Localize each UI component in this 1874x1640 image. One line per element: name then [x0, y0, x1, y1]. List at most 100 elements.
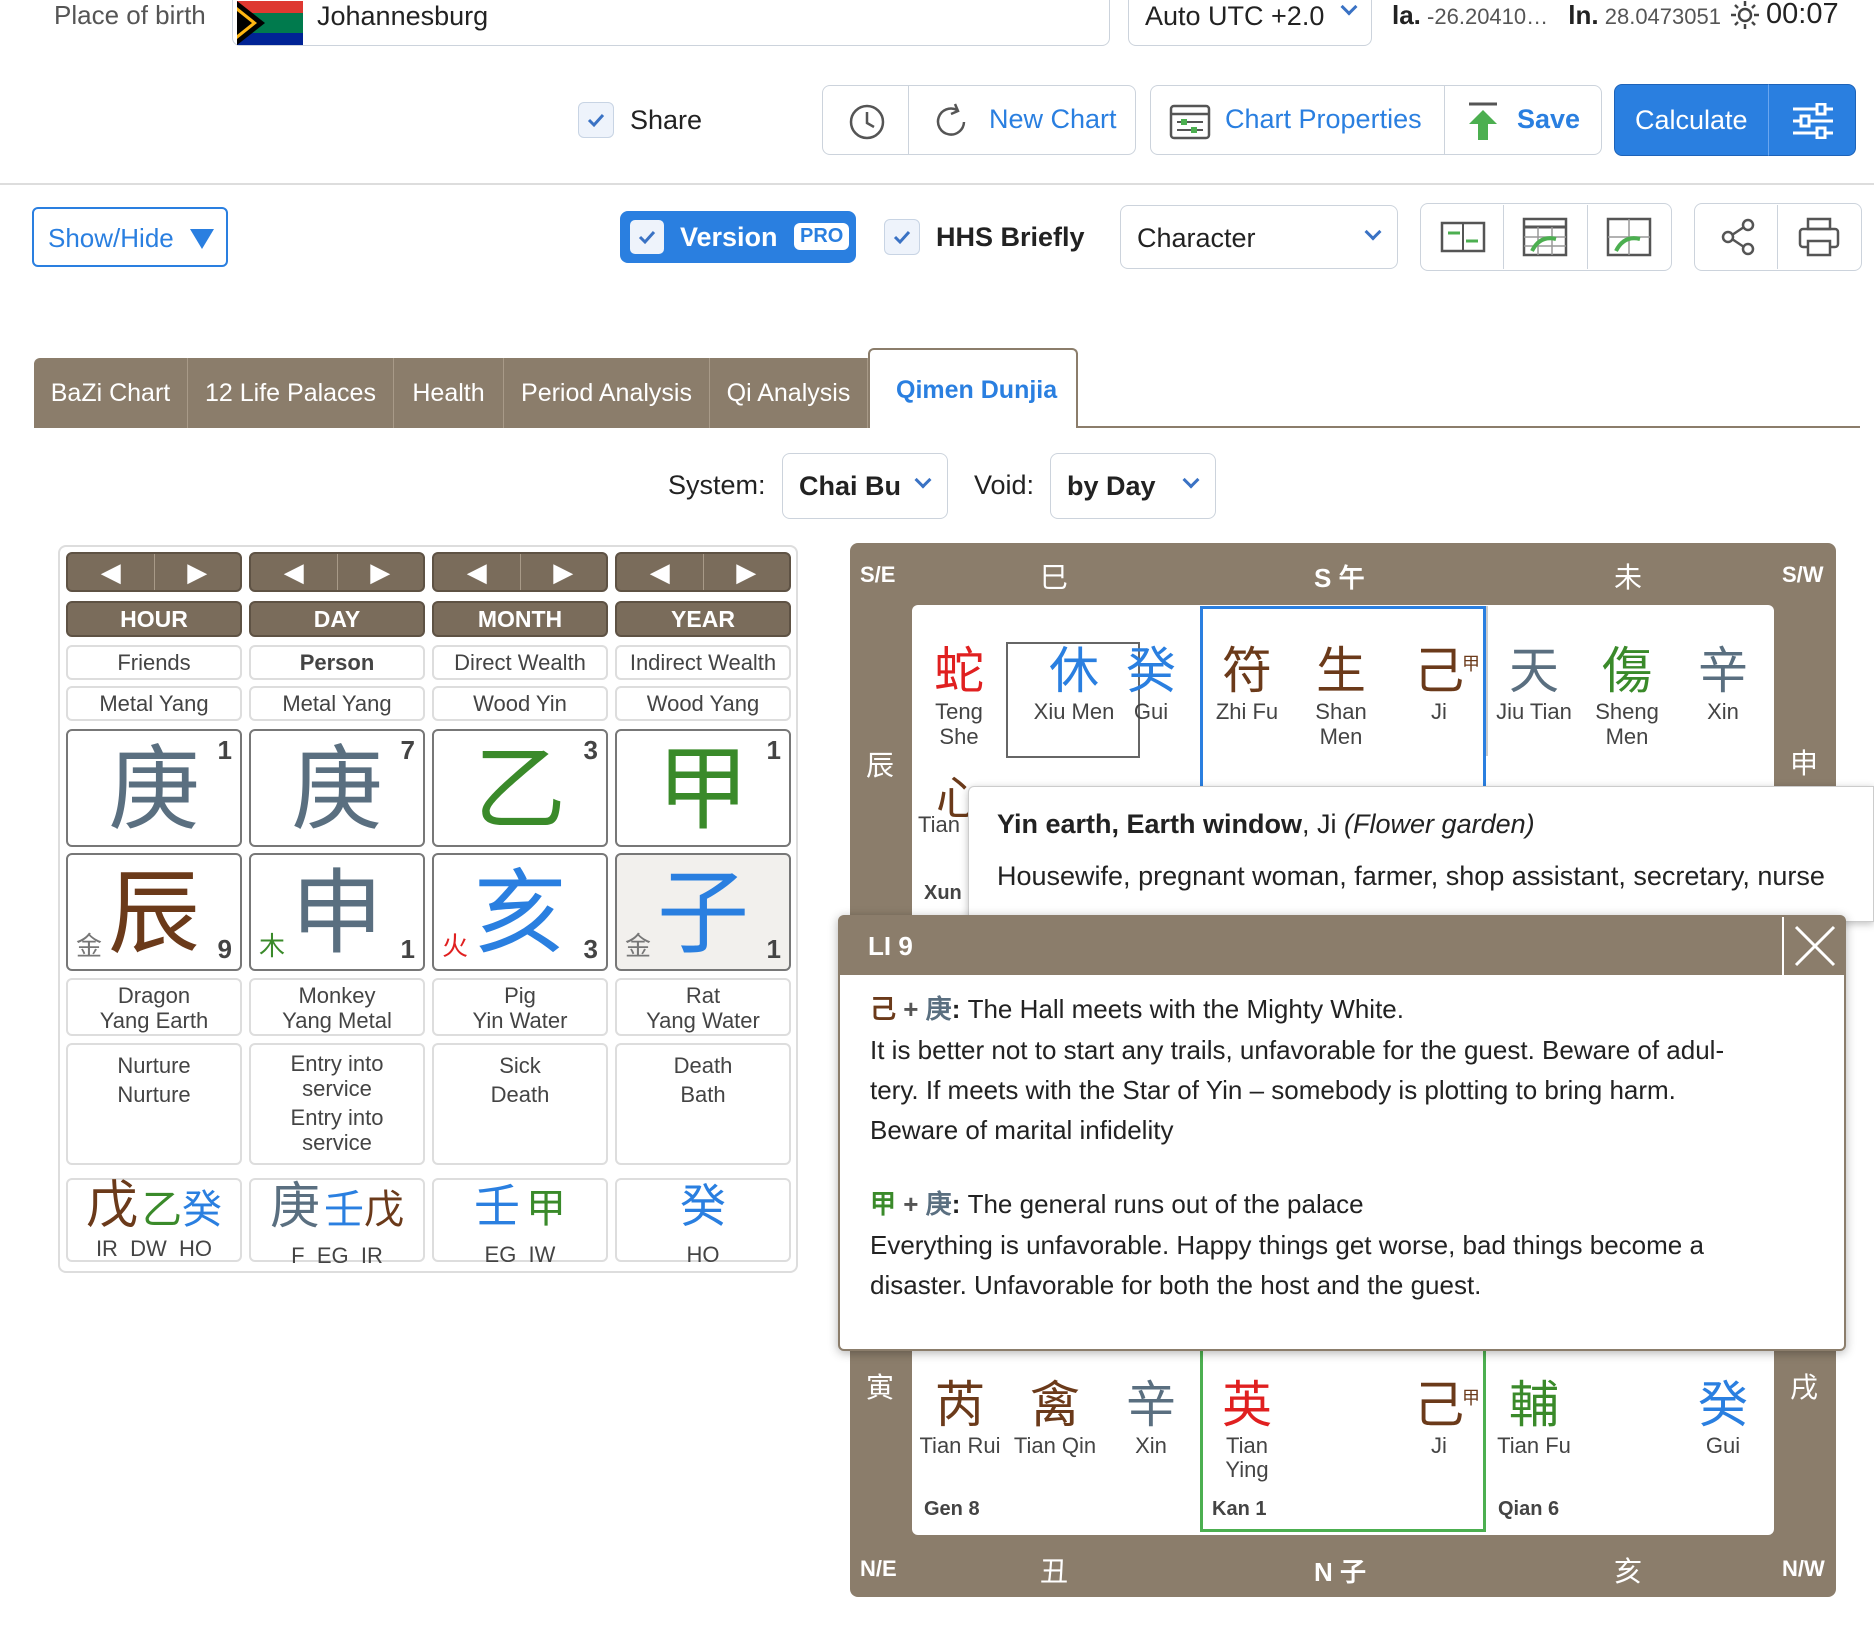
palace-tian-qin: 禽 Tian Qin	[1013, 1376, 1097, 1458]
export-table-button[interactable]	[1504, 205, 1588, 269]
character-value: Character	[1137, 223, 1256, 253]
prev-arrow-icon[interactable]: ◀	[251, 554, 338, 590]
combo-1-line-2: It is better not to start any trails, un…	[870, 1035, 1725, 1065]
lon-value: 28.0473051	[1604, 4, 1721, 29]
next-arrow-icon[interactable]: ▶	[521, 554, 607, 590]
palace-tian-ying: 英 Tian Ying	[1222, 1376, 1272, 1482]
dir-nw: N/W	[1782, 1556, 1825, 1581]
month-relation: Direct Wealth	[432, 645, 608, 680]
palace-divider-1	[1486, 606, 1488, 756]
dir-s: S 午	[1314, 563, 1365, 593]
print-button[interactable]	[1778, 205, 1860, 269]
new-chart-button[interactable]: New Chart	[908, 85, 1136, 155]
tab-12-life-palaces[interactable]: 12 Life Palaces	[188, 358, 394, 428]
day-stem[interactable]: 庚 7	[249, 729, 425, 847]
year-branch[interactable]: 子 金 1	[615, 853, 791, 971]
compare-button[interactable]	[1422, 205, 1504, 269]
timezone-value: Auto UTC +2.0	[1145, 1, 1325, 31]
upload-icon	[1469, 102, 1497, 140]
combo-2-title: 甲 + 庚: The general runs out of the palac…	[870, 1189, 1364, 1220]
prev-arrow-icon[interactable]: ◀	[617, 554, 704, 590]
calculate-label: Calculate	[1635, 105, 1748, 135]
share-label: Share	[630, 105, 703, 135]
refresh-icon	[936, 103, 966, 136]
next-arrow-icon[interactable]: ▶	[155, 554, 241, 590]
tab-health[interactable]: Health	[394, 358, 504, 428]
tab-period-analysis[interactable]: Period Analysis	[504, 358, 710, 428]
chart-properties-button[interactable]: Chart Properties	[1150, 85, 1446, 155]
version-checkbox[interactable]	[630, 220, 664, 254]
void-label: Void:	[974, 470, 1035, 500]
combo-1-line-4: Beware of marital infidelity	[870, 1115, 1174, 1145]
tab-qimen-dunjia[interactable]: Qimen Dunjia	[868, 348, 1078, 428]
palace-sheng-men: 傷 Sheng Men	[1595, 642, 1659, 749]
new-chart-label: New Chart	[989, 104, 1117, 134]
save-button[interactable]: Save	[1444, 85, 1602, 155]
day-header: DAY	[249, 601, 425, 637]
popup-close-button[interactable]	[1782, 917, 1844, 975]
day-branch-element: 木	[259, 932, 286, 962]
hhs-briefly-checkbox[interactable]	[884, 219, 920, 255]
share-link-button[interactable]	[1696, 205, 1778, 269]
popup-title: LI 9	[868, 931, 913, 961]
pro-badge: PRO	[794, 223, 850, 250]
month-branch-element: 火	[442, 932, 469, 962]
lat-value: -26.20410…	[1427, 4, 1549, 29]
branch-chen: 辰	[866, 749, 895, 782]
tooltip-body: Housewife, pregnant woman, farmer, shop …	[997, 861, 1825, 891]
export-grid-button[interactable]	[1588, 205, 1670, 269]
show-hide-button[interactable]: Show/Hide	[32, 207, 228, 267]
year-branch-number: 1	[766, 934, 781, 964]
city-input[interactable]: Johannesburg	[232, 0, 1110, 46]
palace-shan-men: 生 Shan Men	[1315, 642, 1367, 749]
calculate-settings-button[interactable]	[1768, 84, 1856, 156]
chart-properties-icon	[1169, 104, 1211, 140]
year-branch-element: 金	[625, 932, 652, 962]
clock-icon	[849, 104, 885, 140]
palace-xin: 辛 Xin	[1698, 642, 1748, 724]
day-branch[interactable]: 申 木 1	[249, 853, 425, 971]
tab-bazi-chart[interactable]: BaZi Chart	[34, 358, 188, 428]
branch-xu: 戌	[1790, 1371, 1819, 1404]
year-nav: ◀ ▶	[615, 552, 791, 592]
month-animal: Pig Yin Water	[432, 978, 608, 1036]
month-stem-char: 乙	[473, 736, 566, 843]
calculate-button[interactable]: Calculate	[1614, 84, 1770, 156]
dir-se: S/E	[860, 562, 896, 587]
table-export-icon	[1522, 217, 1568, 257]
character-select[interactable]: Character	[1120, 205, 1398, 269]
timezone-select[interactable]: Auto UTC +2.0	[1128, 0, 1372, 46]
void-select[interactable]: by Day	[1050, 453, 1216, 519]
hour-animal: Dragon Yang Earth	[66, 978, 242, 1036]
prev-arrow-icon[interactable]: ◀	[434, 554, 521, 590]
year-hidden: 癸 HO	[615, 1178, 791, 1267]
year-stem[interactable]: 甲 1	[615, 729, 791, 847]
share-checkbox[interactable]	[578, 102, 614, 138]
jia-superscript: 甲	[1462, 654, 1480, 675]
next-arrow-icon[interactable]: ▶	[338, 554, 424, 590]
branch-wei: 未	[1614, 561, 1643, 594]
hour-branch[interactable]: 辰 金 9	[66, 853, 242, 971]
year-animal: Rat Yang Water	[615, 978, 791, 1036]
tooltip-title: Yin earth, Earth window, Ji (Flower gard…	[997, 809, 1535, 839]
history-button[interactable]	[822, 85, 910, 155]
lat-label: la.	[1392, 0, 1421, 30]
tab-qi-analysis[interactable]: Qi Analysis	[710, 358, 868, 428]
time-value[interactable]: 00:07	[1766, 0, 1839, 31]
day-stage: Entry into service Entry into service	[249, 1043, 425, 1165]
month-branch[interactable]: 亥 火 3	[432, 853, 608, 971]
version-toggle[interactable]: Version PRO	[620, 211, 856, 263]
popup-header: LI 9	[840, 917, 1844, 975]
day-hidden: 庚壬戊 F EG IR	[249, 1178, 425, 1268]
next-arrow-icon[interactable]: ▶	[704, 554, 790, 590]
south-africa-flag-icon	[237, 1, 303, 45]
month-stem[interactable]: 乙 3	[432, 729, 608, 847]
dir-ne: N/E	[860, 1556, 897, 1581]
hour-stem[interactable]: 庚 1	[66, 729, 242, 847]
system-select[interactable]: Chai Bu	[782, 453, 948, 519]
system-value: Chai Bu	[799, 471, 902, 501]
prev-arrow-icon[interactable]: ◀	[68, 554, 155, 590]
version-label: Version	[680, 222, 778, 252]
palace-popup: LI 9 己 + 庚: The Hall meets with the Migh…	[838, 915, 1846, 1351]
hour-relation: Friends	[66, 645, 242, 680]
